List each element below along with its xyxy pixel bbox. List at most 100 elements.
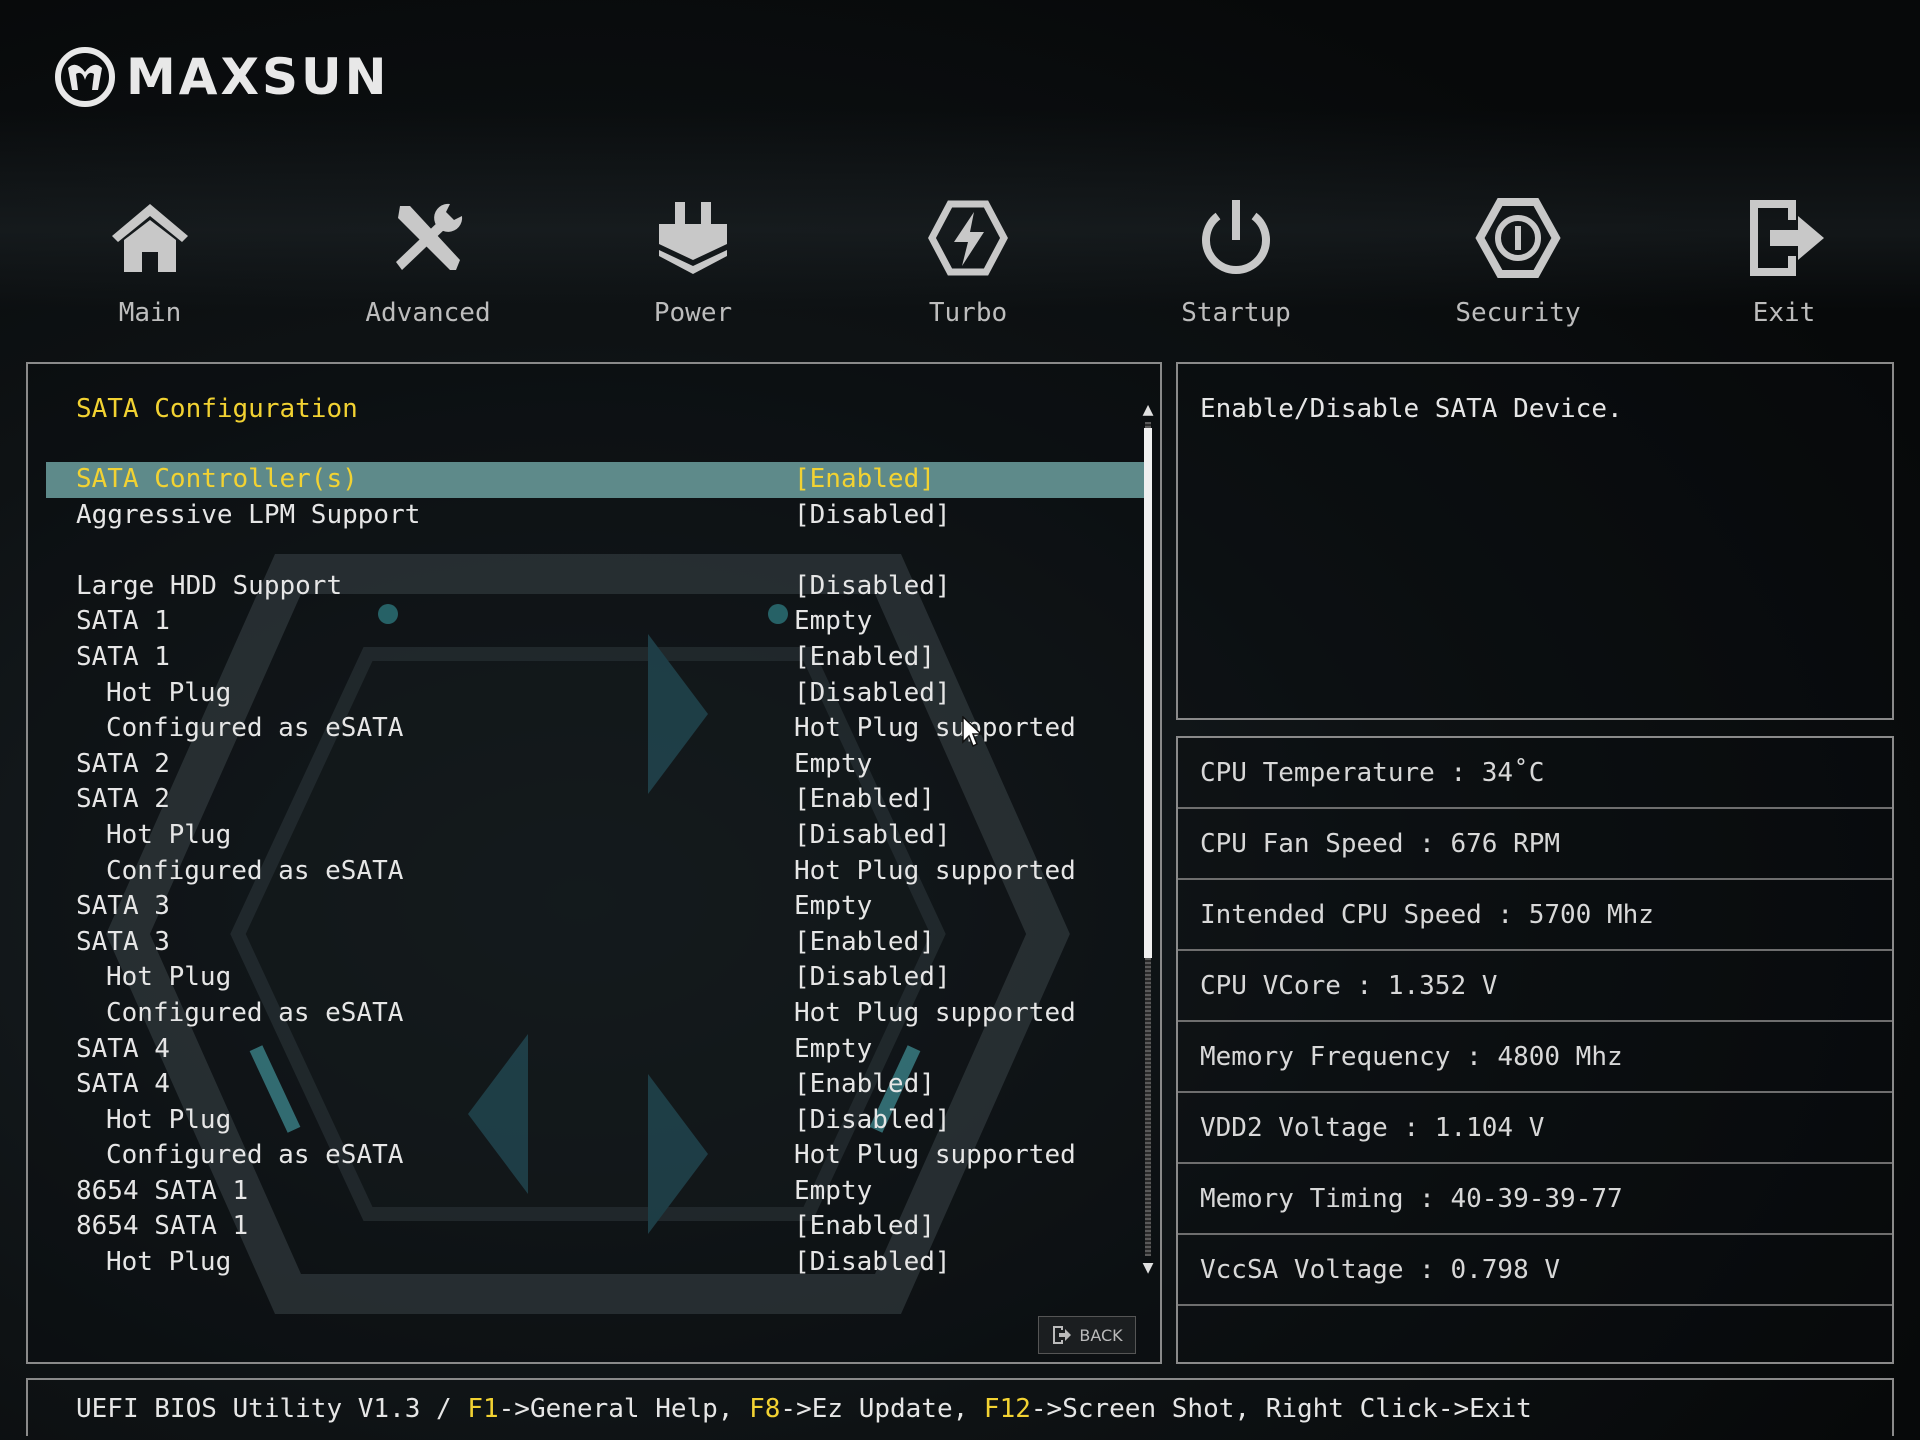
setting-value[interactable]: [Disabled] [794, 960, 951, 996]
f12-key: F12 [983, 1394, 1031, 1424]
setting-row[interactable]: 8654 SATA 1 [Enabled] [46, 1209, 1146, 1245]
setting-label: Configured as eSATA [106, 1140, 404, 1171]
setting-label: Configured as eSATA [106, 713, 404, 744]
setting-value[interactable]: [Enabled] [794, 1067, 935, 1103]
setting-label: Large HDD Support [76, 570, 343, 601]
system-info-row: VDD2 Voltage : 1.104 V [1178, 1093, 1892, 1164]
setting-value[interactable]: Hot Plug supported [794, 996, 1076, 1032]
setting-value[interactable]: [Disabled] [794, 498, 951, 534]
setting-row[interactable]: SATA Controller(s) [Enabled] [46, 462, 1146, 498]
tab-turbo[interactable]: Turbo [868, 190, 1068, 340]
setting-value[interactable]: [Enabled] [794, 925, 935, 961]
setting-value[interactable]: [Enabled] [794, 782, 935, 818]
scrollbar[interactable]: ▲ ▼ [1138, 400, 1158, 1280]
setting-row[interactable]: Hot Plug [Disabled] [46, 1245, 1146, 1281]
setting-value[interactable]: [Disabled] [794, 676, 951, 712]
setting-row[interactable]: Configured as eSATA Hot Plug supported [46, 1138, 1146, 1174]
back-button[interactable]: BACK [1038, 1316, 1136, 1354]
setting-value[interactable]: Hot Plug supported [794, 854, 1076, 890]
tab-security[interactable]: Security [1418, 190, 1618, 340]
f8-key: F8 [749, 1394, 781, 1424]
setting-row[interactable]: SATA 2 [Enabled] [46, 782, 1146, 818]
tools-icon [396, 203, 463, 270]
tab-exit-label: Exit [1752, 298, 1816, 328]
system-info-row: VccSA Voltage : 0.798 V [1178, 1235, 1892, 1306]
setting-value[interactable]: Hot Plug supported [794, 1138, 1076, 1174]
system-info-row: Memory Timing : 40-39-39-77 [1178, 1164, 1892, 1235]
setting-row[interactable]: SATA 4 Empty [46, 1032, 1146, 1068]
setting-row[interactable]: SATA 3 [Enabled] [46, 925, 1146, 961]
setting-row[interactable]: Hot Plug [Disabled] [46, 1103, 1146, 1139]
setting-value[interactable]: [Enabled] [794, 640, 935, 676]
f1-action: ->General Help, [498, 1394, 750, 1424]
setting-row[interactable]: Hot Plug [Disabled] [46, 960, 1146, 996]
setting-label: Hot Plug [106, 677, 232, 708]
system-info-row: Intended CPU Speed : 5700 Mhz [1178, 880, 1892, 951]
setting-value[interactable]: [Enabled] [794, 1209, 935, 1245]
setting-label: SATA 2 [76, 784, 170, 815]
tab-startup-label: Startup [1181, 298, 1291, 328]
system-info-row: CPU Temperature : 34˚C [1178, 738, 1892, 809]
setting-value[interactable]: Empty [794, 747, 872, 783]
setting-value[interactable]: [Enabled] [794, 462, 935, 498]
help-panel: Enable/Disable SATA Device. [1176, 362, 1894, 720]
tab-exit[interactable]: Exit [1684, 190, 1884, 340]
setting-row[interactable]: SATA 4 [Enabled] [46, 1067, 1146, 1103]
setting-row[interactable]: Configured as eSATA Hot Plug supported [46, 854, 1146, 890]
mouse-cursor-icon [962, 716, 983, 748]
brand-logo: MAXSUN [54, 44, 389, 110]
setting-label: Hot Plug [106, 1247, 232, 1278]
setting-label: Hot Plug [106, 1104, 232, 1135]
tab-advanced[interactable]: Advanced [328, 190, 528, 340]
setting-value[interactable]: Hot Plug supported [794, 711, 1076, 747]
setting-value[interactable]: [Disabled] [794, 1103, 951, 1139]
tab-main[interactable]: Main [50, 190, 250, 340]
help-text: Enable/Disable SATA Device. [1200, 394, 1623, 424]
setting-value[interactable]: Empty [794, 1174, 872, 1210]
setting-value[interactable]: Empty [794, 604, 872, 640]
settings-panel: SATA Configuration SATA Controller(s) [En… [26, 362, 1162, 1364]
setting-row[interactable]: SATA 2 Empty [46, 747, 1146, 783]
back-icon [1053, 1326, 1072, 1344]
setting-row[interactable]: SATA 1 Empty [46, 604, 1146, 640]
setting-label: SATA Controller(s) [76, 464, 358, 494]
tab-power-label: Power [653, 298, 733, 328]
home-icon [112, 204, 188, 272]
scroll-down-icon[interactable]: ▼ [1138, 1258, 1158, 1278]
setting-label: SATA 4 [76, 1069, 170, 1100]
f8-action: ->Ez Update, [780, 1394, 984, 1424]
system-info-row: Memory Frequency : 4800 Mhz [1178, 1022, 1892, 1093]
setting-row[interactable]: Large HDD Support [Disabled] [46, 569, 1146, 605]
setting-value[interactable]: Empty [794, 1032, 872, 1068]
setting-row[interactable]: SATA 1 [Enabled] [46, 640, 1146, 676]
setting-row[interactable]: Configured as eSATA Hot Plug supported [46, 996, 1146, 1032]
setting-label: Hot Plug [106, 962, 232, 993]
setting-label: SATA 3 [76, 926, 170, 957]
setting-value[interactable]: [Disabled] [794, 569, 951, 605]
setting-row[interactable]: SATA 3 Empty [46, 889, 1146, 925]
setting-row[interactable]: Hot Plug [Disabled] [46, 818, 1146, 854]
brand-name: MAXSUN [126, 48, 390, 106]
setting-label: 8654 SATA 1 [76, 1175, 249, 1206]
setting-row[interactable]: 8654 SATA 1 Empty [46, 1174, 1146, 1210]
footer-prefix: UEFI BIOS Utility V1.3 / [76, 1394, 468, 1424]
tab-power[interactable]: Power [593, 190, 793, 340]
setting-value[interactable]: Empty [794, 889, 872, 925]
tab-advanced-label: Advanced [365, 298, 491, 328]
tab-turbo-label: Turbo [928, 298, 1008, 328]
setting-value[interactable]: [Disabled] [794, 1245, 951, 1281]
setting-label: SATA 1 [76, 641, 170, 672]
f12-action: ->Screen Shot, Right Click->Exit [1030, 1394, 1532, 1424]
scroll-thumb[interactable] [1144, 428, 1152, 958]
scroll-up-icon[interactable]: ▲ [1138, 400, 1158, 420]
system-info-row: CPU VCore : 1.352 V [1178, 951, 1892, 1022]
setting-row[interactable]: Hot Plug [Disabled] [46, 676, 1146, 712]
tab-startup[interactable]: Startup [1136, 190, 1336, 340]
setting-row[interactable]: Aggressive LPM Support [Disabled] [46, 498, 1146, 534]
setting-label: SATA 2 [76, 748, 170, 779]
setting-value[interactable]: [Disabled] [794, 818, 951, 854]
f1-key: F1 [467, 1394, 499, 1424]
setting-label: 8654 SATA 1 [76, 1211, 249, 1242]
maxsun-logo-icon [55, 47, 115, 107]
setting-label: SATA 4 [76, 1033, 170, 1064]
